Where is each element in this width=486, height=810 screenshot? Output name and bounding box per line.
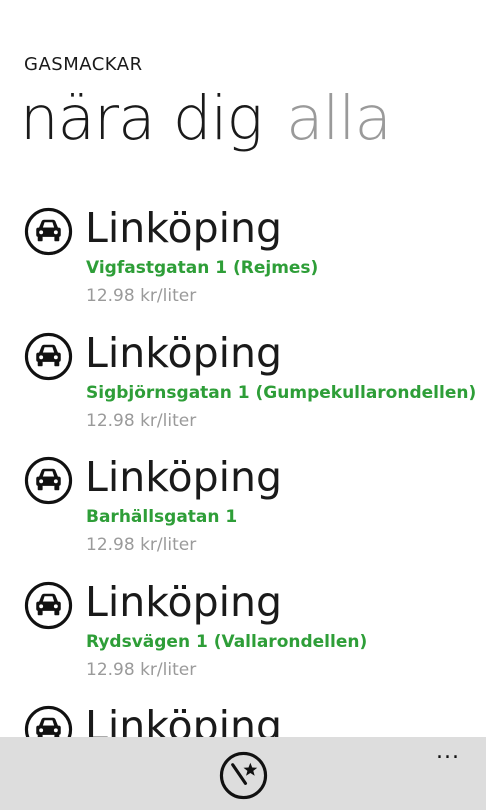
station-city: Linköping [85, 577, 283, 626]
station-city: Linköping [85, 204, 283, 252]
pivot-header: nära dig alla [20, 88, 392, 149]
car-icon [24, 207, 73, 256]
pivot-tab-alla[interactable]: alla [286, 83, 392, 154]
station-address: Rydsvägen 1 (Vallarondellen) [86, 631, 368, 652]
station-address: Sigbjörnsgatan 1 (Gumpekullarondellen) [86, 382, 477, 403]
more-options-button[interactable]: ... [436, 739, 460, 764]
station-address: Barhällsgatan 1 [86, 507, 238, 527]
car-icon [24, 581, 73, 629]
app-title: GASMACKAR [24, 54, 143, 75]
list-item[interactable]: Linköping [0, 702, 486, 737]
station-city: Linköping [85, 328, 283, 377]
station-list: Linköping Vigfastgatan 1 (Rejmes) 12.98 … [0, 204, 486, 737]
car-icon [24, 456, 73, 505]
station-city: Linköping [85, 453, 283, 501]
car-icon [24, 705, 73, 737]
station-address: Vigfastgatan 1 (Rejmes) [86, 258, 319, 278]
station-price: 12.98 kr/liter [86, 659, 197, 680]
station-city: Linköping [85, 702, 283, 737]
list-item[interactable]: Linköping Vigfastgatan 1 (Rejmes) 12.98 … [0, 204, 486, 329]
favorite-star-wand-icon[interactable] [219, 751, 268, 800]
list-item[interactable]: Linköping Barhällsgatan 1 12.98 kr/liter [0, 453, 486, 578]
station-price: 12.98 kr/liter [86, 535, 197, 555]
list-item[interactable]: Linköping Rydsvägen 1 (Vallarondellen) 1… [0, 578, 486, 703]
list-item[interactable]: Linköping Sigbjörnsgatan 1 (Gumpekullaro… [0, 329, 486, 454]
pivot-tab-nara-dig[interactable]: nära dig [20, 83, 263, 154]
car-icon [24, 332, 73, 380]
station-price: 12.98 kr/liter [86, 410, 197, 431]
application-bar: ... [0, 737, 486, 810]
station-price: 12.98 kr/liter [86, 286, 197, 306]
